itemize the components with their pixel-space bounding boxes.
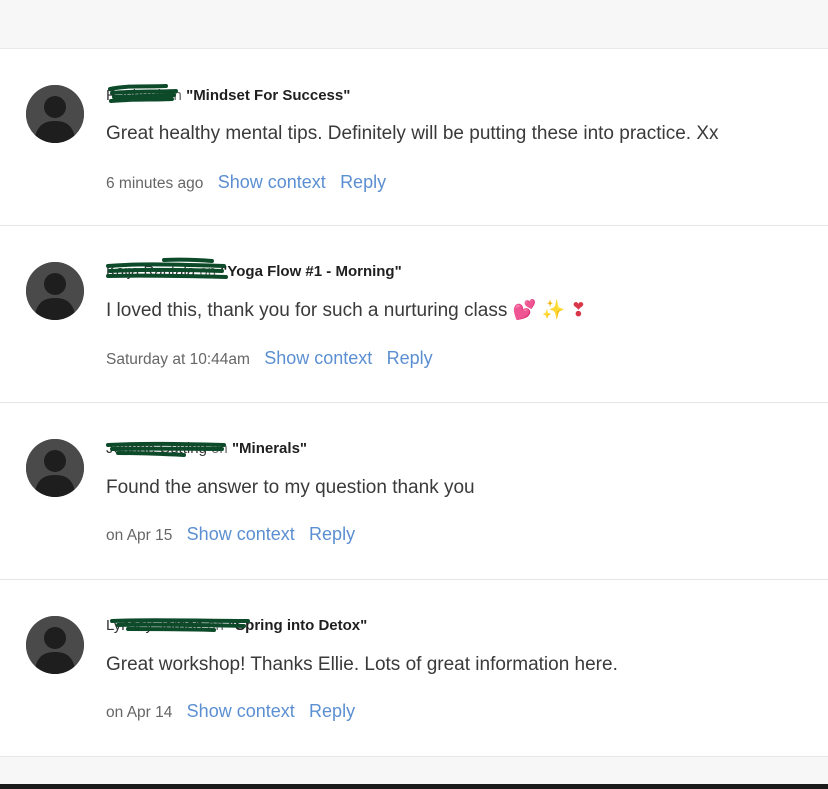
lesson-link[interactable]: "Minerals" bbox=[232, 440, 307, 457]
user-silhouette-icon bbox=[26, 262, 84, 320]
comment-meta: 6 minutes ago Show context Reply bbox=[106, 172, 386, 194]
reply-link[interactable]: Reply bbox=[309, 524, 355, 544]
comment-header: Lynsey Jordan on "Spring into Detox" bbox=[106, 617, 367, 635]
sparkles-emoji: ✨ bbox=[541, 300, 566, 321]
heart-exclamation-emoji: ❣ bbox=[570, 300, 587, 321]
show-context-link[interactable]: Show context bbox=[187, 524, 295, 544]
comment-body: Great workshop! Thanks Ellie. Lots of gr… bbox=[106, 654, 618, 675]
lesson-link[interactable]: "Mindset For Success" bbox=[186, 87, 350, 104]
on-label: on bbox=[207, 617, 224, 634]
avatar[interactable] bbox=[26, 85, 84, 143]
comment-item: Lynsey Jordan on "Spring into Detox" Gre… bbox=[0, 580, 828, 757]
comment-body: Found the answer to my question thank yo… bbox=[106, 477, 475, 498]
user-silhouette-icon bbox=[26, 616, 84, 674]
avatar[interactable] bbox=[26, 262, 84, 320]
author-name[interactable]: Joanne Cutting bbox=[106, 440, 226, 458]
lesson-link[interactable]: "Yoga Flow #1 - Morning" bbox=[220, 263, 401, 280]
comment-header: Kaija Rantala on "Yoga Flow #1 - Morning… bbox=[106, 257, 402, 281]
comment-body: Great healthy mental tips. Definitely wi… bbox=[106, 123, 719, 144]
comment-meta: on Apr 15 Show context Reply bbox=[106, 524, 355, 546]
timestamp: 6 minutes ago bbox=[106, 175, 204, 192]
on-label: on bbox=[211, 440, 228, 457]
comment-meta: Saturday at 10:44am Show context Reply bbox=[106, 348, 433, 370]
user-silhouette-icon bbox=[26, 439, 84, 497]
avatar[interactable] bbox=[26, 439, 84, 497]
timestamp: Saturday at 10:44am bbox=[106, 351, 250, 368]
on-label: on bbox=[199, 263, 217, 280]
comment-item: Joanne Cutting on "Minerals" Found the a… bbox=[0, 403, 828, 580]
avatar[interactable] bbox=[26, 616, 84, 674]
comment-item: Rachael on "Mindset For Success" Great h… bbox=[0, 49, 828, 226]
comment-body: I loved this, thank you for such a nurtu… bbox=[106, 300, 587, 321]
comment-item: Kaija Rantala on "Yoga Flow #1 - Morning… bbox=[0, 226, 828, 403]
user-silhouette-icon bbox=[26, 85, 84, 143]
comment-header: Rachael on "Mindset For Success" bbox=[106, 84, 350, 105]
show-context-link[interactable]: Show context bbox=[187, 701, 295, 721]
comment-meta: on Apr 14 Show context Reply bbox=[106, 701, 355, 723]
author-name[interactable]: Kaija Rantala bbox=[106, 257, 228, 281]
comment-header: Joanne Cutting on "Minerals" bbox=[106, 440, 307, 458]
author-name[interactable]: Rachael bbox=[106, 84, 178, 105]
lesson-link[interactable]: "Spring into Detox" bbox=[228, 617, 367, 634]
show-context-link[interactable]: Show context bbox=[264, 348, 372, 368]
reply-link[interactable]: Reply bbox=[309, 701, 355, 721]
bottom-border bbox=[0, 784, 828, 789]
on-label: on bbox=[165, 87, 182, 104]
heart-face-emoji: 💕 bbox=[512, 300, 537, 321]
timestamp: on Apr 14 bbox=[106, 704, 173, 721]
top-band bbox=[0, 0, 828, 48]
timestamp: on Apr 15 bbox=[106, 527, 173, 544]
show-context-link[interactable]: Show context bbox=[218, 172, 326, 192]
comments-page: Rachael on "Mindset For Success" Great h… bbox=[0, 0, 828, 789]
reply-link[interactable]: Reply bbox=[340, 172, 386, 192]
reply-link[interactable]: Reply bbox=[387, 348, 433, 368]
author-name[interactable]: Lynsey Jordan bbox=[106, 617, 250, 635]
